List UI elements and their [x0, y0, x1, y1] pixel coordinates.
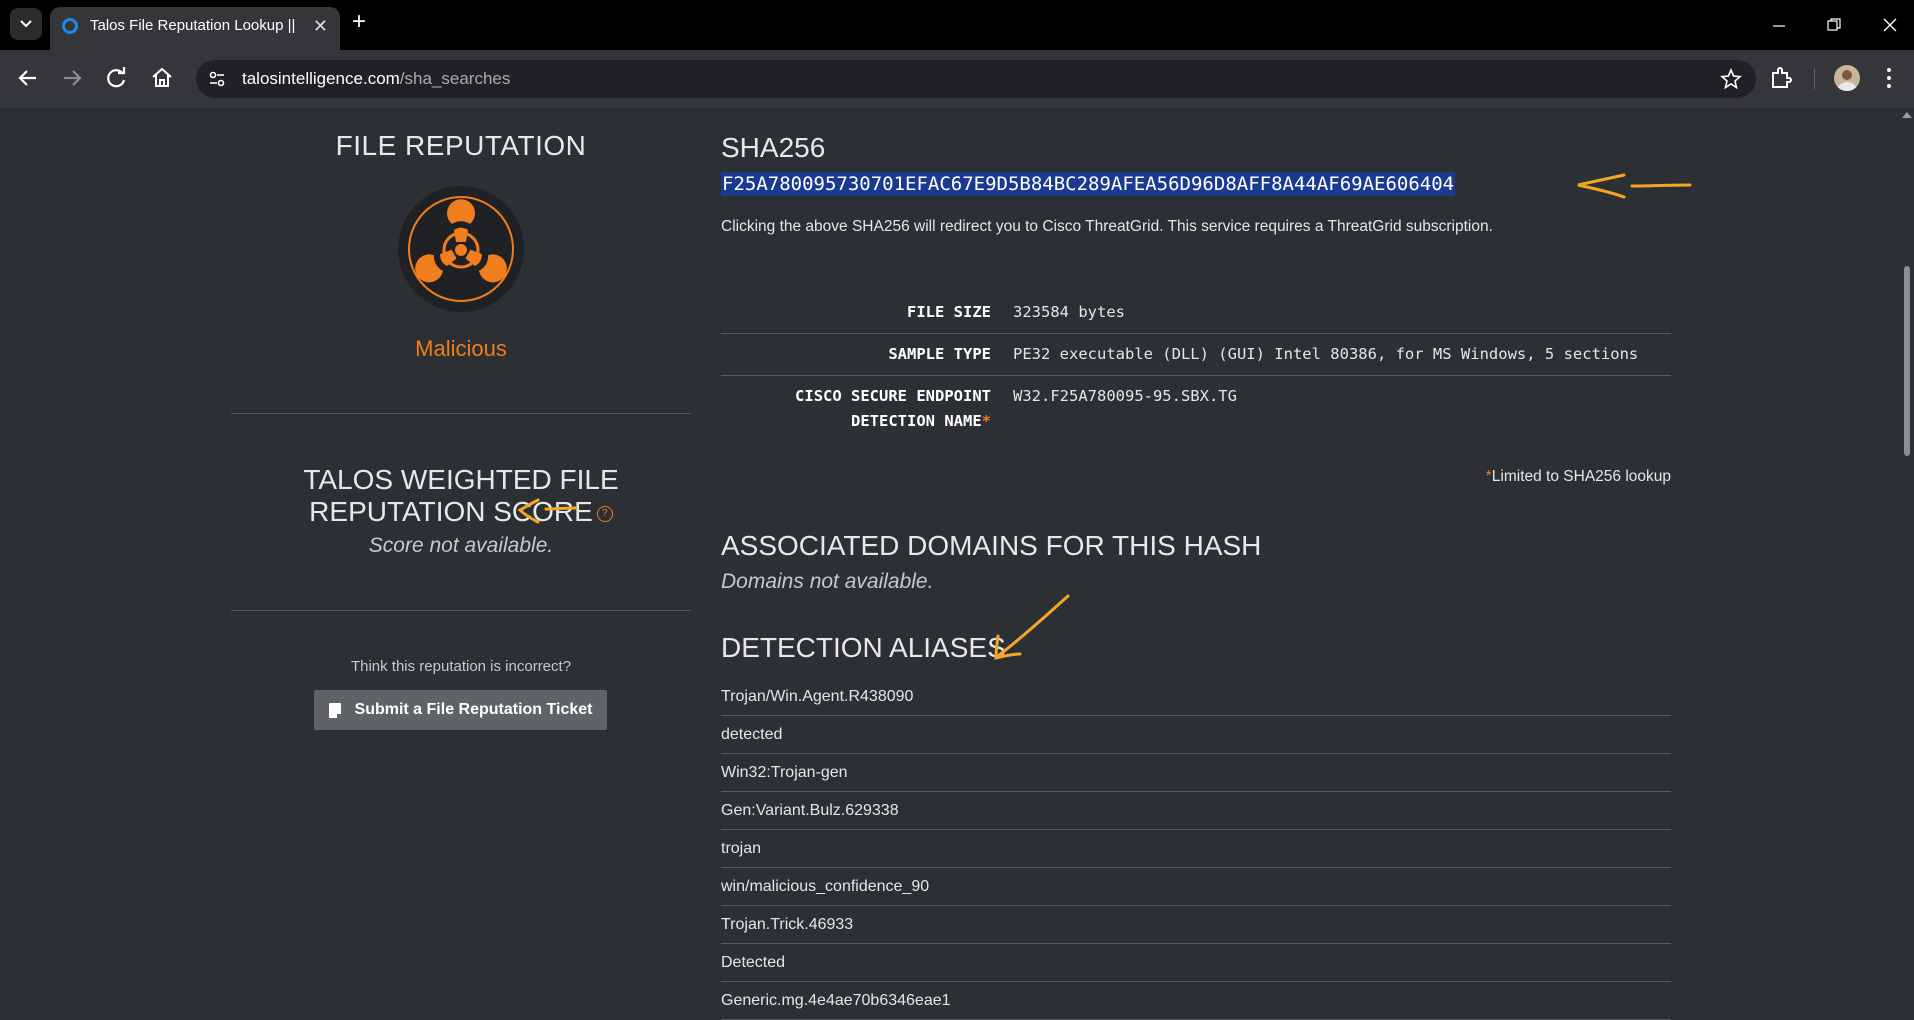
file-size-key: FILE SIZE [907, 303, 991, 321]
threatgrid-note: Clicking the above SHA256 will redirect … [721, 218, 1493, 235]
list-item: detected [721, 716, 1671, 754]
list-item: Gen:Variant.Bulz.629338 [721, 792, 1671, 830]
reputation-badge-ring [408, 196, 514, 302]
talos-favicon-icon [62, 18, 78, 34]
document-icon [328, 702, 341, 718]
page-content: FILE REPUTATION Malicious TALOS WEIGHTED… [0, 108, 1914, 1020]
back-arrow-icon[interactable] [14, 64, 42, 92]
list-item: trojan [721, 830, 1671, 868]
list-item: Win32:Trojan-gen [721, 754, 1671, 792]
toolbar-divider [1814, 69, 1815, 89]
weighted-score-heading-text: TALOS WEIGHTED FILE REPUTATION SCORE [303, 464, 619, 527]
table-row: FILE SIZE 323584 bytes [721, 292, 1671, 334]
table-row: SAMPLE TYPE PE32 executable (DLL) (GUI) … [721, 334, 1671, 376]
detection-name-value: W32.F25A780095-95.SBX.TG [1013, 387, 1237, 405]
restore-icon[interactable] [1826, 17, 1842, 33]
table-row: CISCO SECURE ENDPOINT DETECTION NAME* W3… [721, 376, 1671, 442]
associated-domains-heading: ASSOCIATED DOMAINS FOR THIS HASH [721, 530, 1262, 561]
sha256-heading: SHA256 [721, 132, 826, 163]
url-host: talosintelligence.com [242, 69, 400, 88]
asterisk: * [981, 412, 991, 430]
new-tab-button[interactable]: + [352, 8, 366, 36]
file-reputation-heading: FILE REPUTATION [335, 130, 587, 161]
limited-note: *Limited to SHA256 lookup [1486, 468, 1671, 486]
close-tab-icon[interactable]: ✕ [313, 16, 328, 37]
profile-avatar[interactable] [1834, 65, 1860, 91]
divider [231, 413, 691, 414]
submit-ticket-label: Submit a File Reputation Ticket [354, 701, 593, 718]
chevron-down-icon [20, 20, 32, 28]
url-text[interactable]: talosintelligence.com/sha_searches [242, 69, 510, 89]
profile-person-icon [1837, 70, 1857, 91]
more-menu-icon[interactable] [1884, 64, 1894, 92]
file-details-table: FILE SIZE 323584 bytes SAMPLE TYPE PE32 … [721, 292, 1671, 442]
list-item: Trojan.Trick.46933 [721, 906, 1671, 944]
detection-name-key: CISCO SECURE ENDPOINT DETECTION NAME* [721, 384, 1013, 434]
forward-arrow-icon[interactable] [58, 64, 86, 92]
browser-tab[interactable]: Talos File Reputation Lookup || Cisco Ta… [50, 7, 340, 50]
reputation-badge [398, 186, 524, 312]
scrollbar-thumb[interactable] [1904, 266, 1910, 456]
tab-title: Talos File Reputation Lookup || Cisco Ta… [90, 17, 300, 34]
sample-type-key: SAMPLE TYPE [888, 345, 991, 363]
list-item: Trojan/Win.Agent.R438090 [721, 678, 1671, 716]
help-question-icon[interactable]: ? [596, 505, 613, 522]
scroll-up-arrow-icon[interactable] [1902, 112, 1912, 118]
url-omnibox[interactable]: talosintelligence.com/sha_searches [196, 60, 1756, 98]
list-item: Detected [721, 944, 1671, 982]
url-path: /sha_searches [399, 69, 511, 88]
biohazard-icon [415, 199, 507, 283]
page-scrollbar[interactable] [1900, 108, 1914, 1017]
browser-titlebar: Talos File Reputation Lookup || Cisco Ta… [0, 0, 1914, 50]
home-icon[interactable] [148, 64, 176, 92]
weighted-score-heading: TALOS WEIGHTED FILE REPUTATION SCORE? [231, 464, 691, 528]
domains-value: Domains not available. [721, 570, 934, 593]
reload-icon[interactable] [103, 64, 131, 92]
detection-name-key-text: CISCO SECURE ENDPOINT DETECTION NAME [795, 387, 991, 430]
bookmark-star-icon[interactable] [1720, 68, 1742, 90]
list-item: win/malicious_confidence_90 [721, 868, 1671, 906]
verdict-label: Malicious [415, 336, 507, 361]
divider [231, 610, 691, 611]
detection-aliases-heading: DETECTION ALIASES [721, 632, 1006, 663]
score-value: Score not available. [368, 534, 554, 557]
submit-ticket-button[interactable]: Submit a File Reputation Ticket [314, 690, 607, 730]
detection-aliases-list: Trojan/Win.Agent.R438090 detected Win32:… [721, 678, 1671, 1020]
sha256-link[interactable]: F25A780095730701EFAC67E9D5B84BC289AFEA56… [721, 172, 1456, 196]
close-window-icon[interactable] [1881, 16, 1899, 34]
tab-search-button[interactable] [10, 8, 42, 40]
incorrect-reputation-prompt: Think this reputation is incorrect? [350, 658, 572, 675]
list-item: Generic.mg.4e4ae70b6346eae1 [721, 982, 1671, 1020]
limited-note-text: Limited to SHA256 lookup [1491, 468, 1671, 485]
site-settings-icon[interactable] [208, 70, 226, 88]
sample-type-value: PE32 executable (DLL) (GUI) Intel 80386,… [1013, 345, 1639, 363]
minimize-icon[interactable] [1771, 18, 1787, 34]
address-bar: talosintelligence.com/sha_searches [0, 50, 1914, 108]
file-size-value: 323584 bytes [1013, 303, 1125, 321]
extensions-puzzle-icon[interactable] [1768, 65, 1794, 91]
